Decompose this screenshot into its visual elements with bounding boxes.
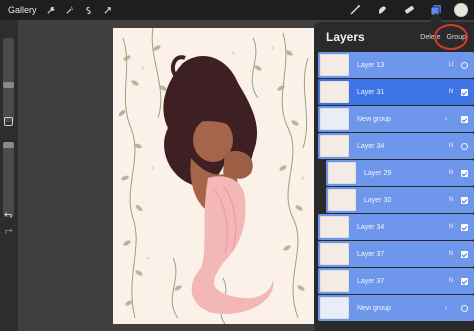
blend-mode-label[interactable]: N xyxy=(445,89,457,95)
layer-thumbnail xyxy=(320,135,349,157)
layer-row[interactable]: Layer 13 Lt xyxy=(318,52,474,78)
layer-name: Layer 30 xyxy=(364,196,392,204)
blend-mode-label[interactable]: N xyxy=(445,143,457,149)
blend-mode-label[interactable]: N xyxy=(445,251,457,257)
layer-thumbnail xyxy=(320,243,349,265)
layer-name: Layer 13 xyxy=(357,61,385,69)
layer-thumbnail xyxy=(320,216,349,238)
undo-icon[interactable] xyxy=(4,210,14,220)
chevron-right-icon[interactable]: › xyxy=(445,116,457,123)
blend-mode-label[interactable]: N xyxy=(445,278,457,284)
color-swatch[interactable] xyxy=(454,3,468,17)
left-sidebar xyxy=(0,20,18,331)
top-toolbar: Gallery xyxy=(0,0,474,20)
layer-name: New group xyxy=(357,115,391,123)
eraser-icon[interactable] xyxy=(402,3,416,17)
chevron-right-icon[interactable]: › xyxy=(445,305,457,312)
visibility-checkbox[interactable] xyxy=(461,142,468,150)
brush-icon[interactable] xyxy=(348,3,362,17)
blend-mode-label[interactable]: N xyxy=(445,224,457,230)
opacity-handle[interactable] xyxy=(3,142,14,148)
layer-thumbnail xyxy=(320,54,349,76)
transform-arrow-icon[interactable] xyxy=(103,5,113,15)
brush-size-handle[interactable] xyxy=(3,82,14,88)
layer-thumbnail xyxy=(320,108,349,130)
group-highlight-circle xyxy=(434,24,468,50)
selection-icon[interactable] xyxy=(84,5,94,15)
layer-name: Layer 29 xyxy=(364,169,392,177)
visibility-checkbox[interactable] xyxy=(461,169,468,177)
visibility-checkbox[interactable] xyxy=(461,304,468,312)
layer-row[interactable]: Layer 34 N xyxy=(318,133,474,159)
layer-thumbnail xyxy=(328,189,356,211)
layer-name: Layer 31 xyxy=(357,88,385,96)
layer-row[interactable]: Layer 31 N xyxy=(318,79,474,105)
layer-row[interactable]: Layer 37 N xyxy=(318,268,474,294)
visibility-checkbox[interactable] xyxy=(461,277,468,285)
visibility-checkbox[interactable] xyxy=(461,61,468,69)
blend-mode-label[interactable]: Lt xyxy=(445,62,457,68)
layer-group-row[interactable]: New group › xyxy=(318,106,474,132)
opacity-slider[interactable] xyxy=(3,142,14,217)
wrench-icon[interactable] xyxy=(46,5,56,15)
layer-row[interactable]: Layer 34 N xyxy=(318,214,474,240)
visibility-checkbox[interactable] xyxy=(461,223,468,231)
layer-row[interactable]: Layer 37 N xyxy=(318,241,474,267)
artwork-illustration xyxy=(113,28,317,324)
gallery-button[interactable]: Gallery xyxy=(8,5,37,15)
layers-panel-title: Layers xyxy=(326,30,365,44)
redo-icon[interactable] xyxy=(4,226,14,236)
layer-group-row[interactable]: New group › xyxy=(318,295,474,321)
layer-list: Layer 13 Lt Layer 31 N New group › Layer 34 N La… xyxy=(318,52,474,322)
smudge-icon[interactable] xyxy=(375,3,389,17)
layer-thumbnail xyxy=(320,270,349,292)
modify-square-button[interactable] xyxy=(4,117,13,126)
blend-mode-label[interactable]: N xyxy=(445,197,457,203)
visibility-checkbox[interactable] xyxy=(461,196,468,204)
layer-name: Layer 34 xyxy=(357,223,385,231)
layer-thumbnail xyxy=(320,297,349,319)
layer-thumbnail xyxy=(328,162,356,184)
visibility-checkbox[interactable] xyxy=(461,88,468,96)
layer-name: New group xyxy=(357,304,391,312)
blend-mode-label[interactable]: N xyxy=(445,170,457,176)
brush-size-slider[interactable] xyxy=(3,38,14,122)
layer-name: Layer 37 xyxy=(357,277,385,285)
layer-name: Layer 37 xyxy=(357,250,385,258)
layer-thumbnail xyxy=(320,81,349,103)
drawing-canvas[interactable] xyxy=(113,28,317,324)
layer-row[interactable]: Layer 30 N xyxy=(326,187,474,213)
visibility-checkbox[interactable] xyxy=(461,115,468,123)
magic-wand-icon[interactable] xyxy=(65,5,75,15)
visibility-checkbox[interactable] xyxy=(461,250,468,258)
layer-name: Layer 34 xyxy=(357,142,385,150)
layer-row[interactable]: Layer 29 N xyxy=(326,160,474,186)
